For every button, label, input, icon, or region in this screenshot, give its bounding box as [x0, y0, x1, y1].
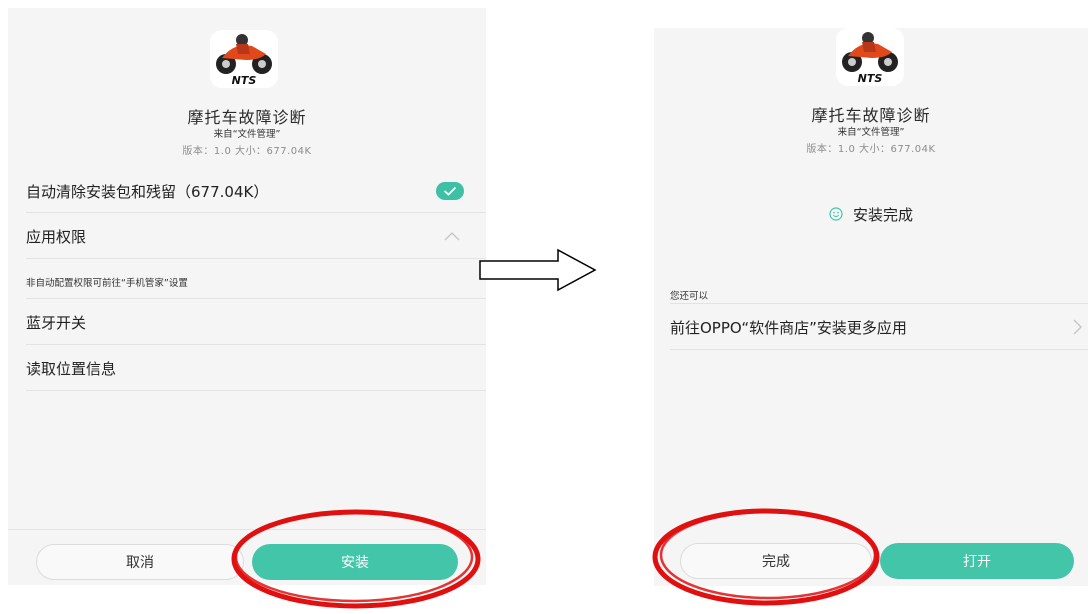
- chevron-right-icon: [1073, 319, 1082, 335]
- app-version: 版本：1.0 大小：677.04K: [182, 146, 312, 157]
- auto-clean-row[interactable]: 自动清除安装包和残留（677.04K）: [8, 170, 486, 212]
- open-button[interactable]: 打开: [880, 543, 1074, 579]
- divider: [26, 258, 486, 259]
- divider: [26, 390, 486, 391]
- chevron-up-icon[interactable]: [444, 231, 460, 241]
- you-can-label: 您还可以: [670, 291, 709, 302]
- installer-screen-after: NTS 摩托车故障诊断 来自“文件管理” 版本：1.0 大小：677.04K 安…: [654, 28, 1088, 586]
- store-link-row[interactable]: 前往OPPO“软件商店”安装更多应用: [654, 305, 1088, 349]
- app-source: 来自“文件管理”: [213, 129, 281, 140]
- permission-item-label: 读取位置信息: [26, 359, 117, 378]
- permissions-label: 应用权限: [26, 227, 87, 246]
- permission-item-label: 蓝牙开关: [26, 313, 87, 332]
- app-name: 摩托车故障诊断: [187, 108, 307, 127]
- permissions-note: 非自动配置权限可前往“手机管家”设置: [26, 278, 188, 289]
- install-button[interactable]: 安装: [252, 544, 458, 580]
- permission-item: 读取位置信息: [8, 346, 486, 390]
- permissions-row[interactable]: 应用权限: [8, 214, 486, 258]
- install-complete-label: 安装完成: [852, 205, 913, 224]
- divider: [26, 212, 486, 213]
- cancel-button[interactable]: 取消: [36, 544, 244, 580]
- store-link-label: 前往OPPO“软件商店”安装更多应用: [670, 318, 907, 337]
- app-version: 版本：1.0 大小：677.04K: [806, 144, 936, 155]
- motorcycle-nts-icon: NTS: [210, 30, 278, 88]
- install-complete-status: 安装完成: [654, 202, 1088, 226]
- done-button[interactable]: 完成: [680, 543, 872, 579]
- installer-screen-before: NTS 摩托车故障诊断 来自“文件管理” 版本：1.0 大小：677.04K 自…: [8, 8, 486, 585]
- motorcycle-nts-icon: NTS: [836, 28, 904, 86]
- smiley-icon: [829, 207, 843, 221]
- transition-arrow-icon: [479, 248, 597, 292]
- permission-item: 蓝牙开关: [8, 300, 486, 344]
- auto-clean-label: 自动清除安装包和残留（677.04K）: [26, 182, 269, 201]
- button-bar-divider: [8, 529, 486, 530]
- divider: [26, 298, 486, 299]
- svg-text:NTS: NTS: [232, 74, 257, 87]
- app-source: 来自“文件管理”: [837, 127, 905, 138]
- divider: [670, 349, 1088, 350]
- divider: [26, 344, 486, 345]
- app-name: 摩托车故障诊断: [811, 106, 931, 125]
- checkbox-checked-icon[interactable]: [436, 182, 464, 200]
- svg-text:NTS: NTS: [858, 72, 883, 85]
- divider: [670, 303, 1088, 304]
